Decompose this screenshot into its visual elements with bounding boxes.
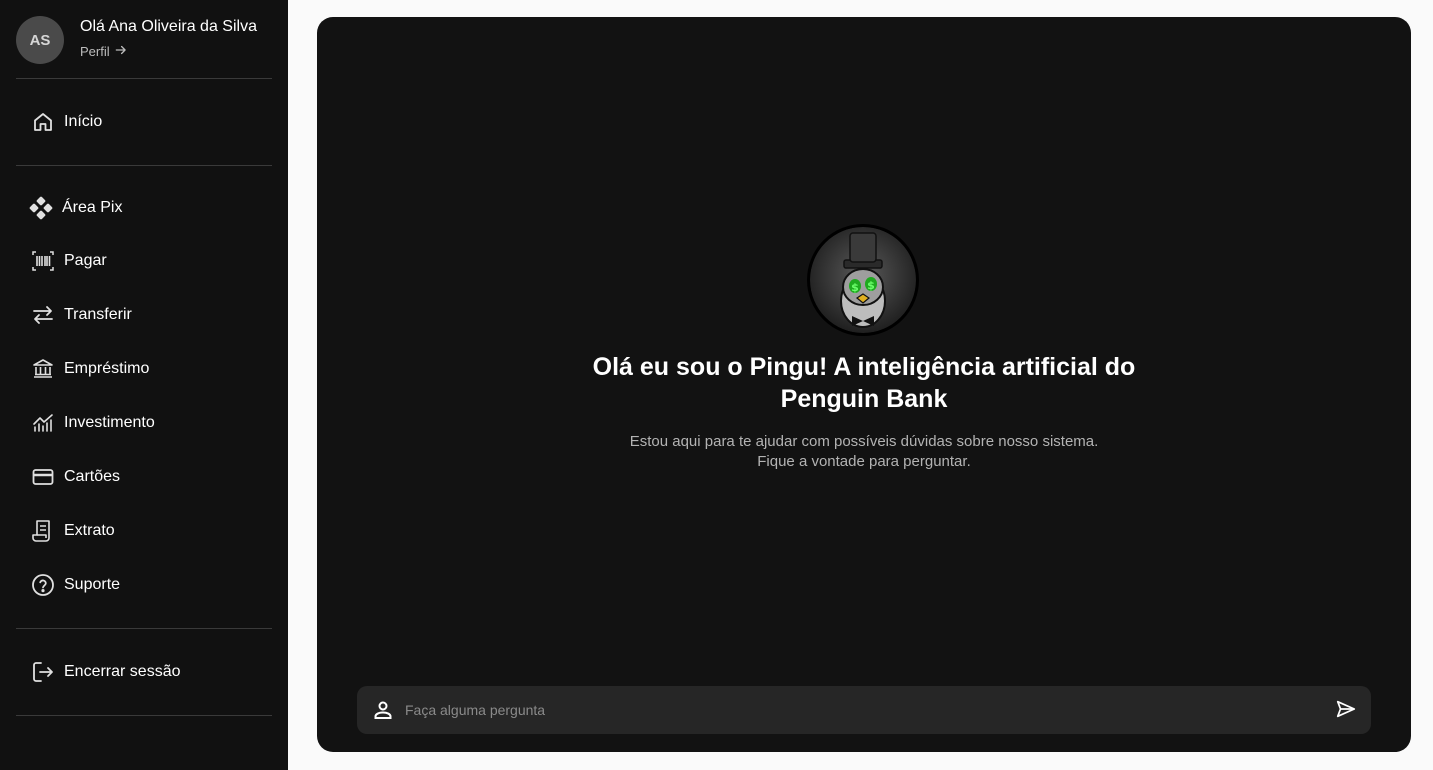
- sidebar-item-label: Suporte: [64, 576, 121, 593]
- chat-welcome-title: Olá eu sou o Pingu! A inteligência artif…: [592, 353, 1136, 413]
- sidebar-item-label: Área Pix: [62, 199, 123, 216]
- sidebar-item-label: Transferir: [64, 306, 132, 323]
- sidebar-item-emprestimo[interactable]: Empréstimo: [16, 347, 272, 391]
- svg-text:$: $: [867, 279, 875, 292]
- sidebar: AS Olá Ana Oliveira da Silva Perfil Iníc…: [0, 0, 288, 770]
- logout-button[interactable]: Encerrar sessão: [16, 650, 272, 694]
- sidebar-divider: [16, 628, 272, 629]
- person-icon: [371, 698, 395, 722]
- receipt-icon: [30, 518, 56, 544]
- sidebar-item-transferir[interactable]: Transferir: [16, 293, 272, 337]
- help-circle-icon: [30, 572, 56, 598]
- user-greeting: Olá Ana Oliveira da Silva: [80, 18, 257, 35]
- sidebar-divider: [16, 165, 272, 166]
- svg-text:$: $: [851, 281, 859, 294]
- sidebar-item-inicio[interactable]: Início: [16, 100, 272, 144]
- sidebar-item-area-pix[interactable]: Área Pix: [16, 186, 272, 230]
- sidebar-item-label: Cartões: [64, 468, 121, 485]
- profile-link[interactable]: Perfil: [80, 43, 128, 60]
- sidebar-item-extrato[interactable]: Extrato: [16, 509, 272, 553]
- chat-input-bar: [357, 686, 1371, 734]
- pix-icon: [28, 195, 54, 221]
- sidebar-item-label: Investimento: [64, 414, 155, 431]
- home-icon: [30, 109, 56, 135]
- sidebar-item-label: Extrato: [64, 522, 115, 539]
- sidebar-item-pagar[interactable]: Pagar: [16, 239, 272, 283]
- chat-welcome-subtitle: Estou aqui para te ajudar com possíveis …: [629, 433, 1099, 470]
- avatar[interactable]: AS: [16, 16, 64, 64]
- sidebar-divider: [16, 715, 272, 716]
- chart-icon: [30, 410, 56, 436]
- sidebar-item-cartoes[interactable]: Cartões: [16, 455, 272, 499]
- sidebar-item-label: Encerrar sessão: [64, 663, 181, 680]
- chat-question-input[interactable]: [405, 686, 1305, 734]
- sidebar-item-label: Pagar: [64, 252, 107, 269]
- pingu-bot-avatar: $ $: [807, 224, 919, 336]
- sidebar-item-label: Início: [64, 113, 103, 130]
- sidebar-divider: [16, 78, 272, 79]
- sidebar-item-investimento[interactable]: Investimento: [16, 401, 272, 445]
- chat-panel: $ $ Olá eu sou o Pingu! A inteligência a…: [317, 17, 1411, 752]
- barcode-icon: [30, 248, 56, 274]
- profile-link-label: Perfil: [80, 44, 110, 59]
- user-profile: AS Olá Ana Oliveira da Silva Perfil: [16, 16, 272, 64]
- arrow-right-icon: [114, 43, 128, 60]
- send-button[interactable]: [1333, 697, 1359, 723]
- send-icon: [1335, 698, 1357, 723]
- logout-icon: [30, 659, 56, 685]
- sidebar-item-suporte[interactable]: Suporte: [16, 563, 272, 607]
- credit-card-icon: [30, 464, 56, 490]
- bank-icon: [30, 356, 56, 382]
- transfer-arrows-icon: [30, 302, 56, 328]
- sidebar-item-label: Empréstimo: [64, 360, 150, 377]
